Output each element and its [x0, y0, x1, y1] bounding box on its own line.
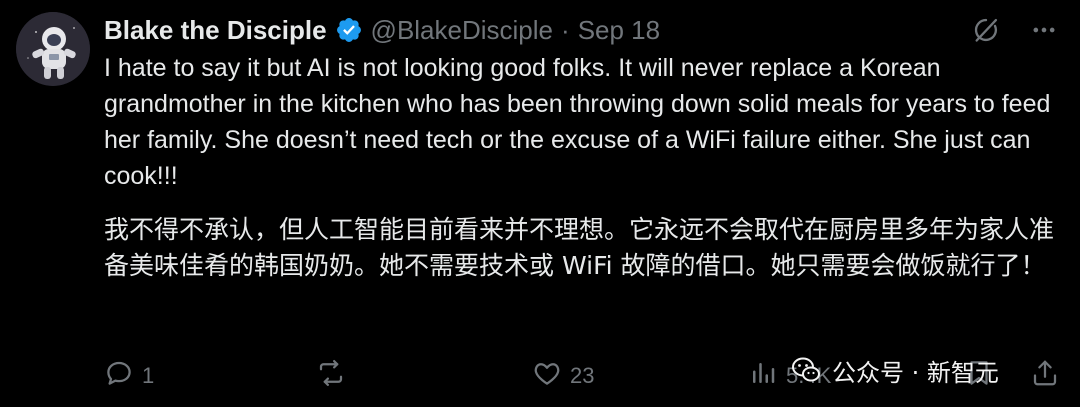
heart-icon: [532, 358, 562, 394]
tweet-card: Blake the Disciple @BlakeDisciple · Sep …: [0, 0, 1080, 407]
repost-button[interactable]: [316, 358, 354, 394]
astronaut-avatar-icon: [16, 12, 90, 86]
like-count: 23: [570, 363, 595, 388]
wechat-logo-icon: [790, 354, 822, 386]
watermark: 公众号 · 新智元: [790, 350, 999, 390]
grok-icon[interactable]: [970, 14, 1002, 46]
share-button[interactable]: [1030, 358, 1060, 394]
avatar[interactable]: [16, 12, 90, 86]
separator-dot: ·: [561, 14, 570, 45]
share-icon: [1030, 358, 1060, 394]
author-handle[interactable]: @BlakeDisciple: [371, 15, 553, 46]
tweet-header: Blake the Disciple @BlakeDisciple · Sep …: [104, 12, 660, 48]
like-button[interactable]: 23: [532, 358, 594, 394]
reply-icon: [104, 358, 134, 394]
verified-badge-icon: [335, 16, 363, 44]
tweet-text-chinese: 我不得不承认，但人工智能目前看来并不理想。它永远不会取代在厨房里多年为家人准备美…: [104, 215, 1055, 280]
tweet-date[interactable]: Sep 18: [578, 15, 660, 46]
reply-count: 1: [142, 363, 155, 388]
watermark-text: 公众号 · 新智元: [832, 358, 999, 387]
more-icon[interactable]: [1028, 14, 1060, 46]
analytics-icon: [748, 358, 778, 394]
reply-button[interactable]: 1: [104, 358, 154, 394]
display-name[interactable]: Blake the Disciple: [104, 15, 327, 46]
repost-icon: [316, 358, 346, 394]
tweet-text-english: I hate to say it but AI is not looking g…: [104, 54, 1058, 190]
top-actions: [970, 14, 1060, 46]
